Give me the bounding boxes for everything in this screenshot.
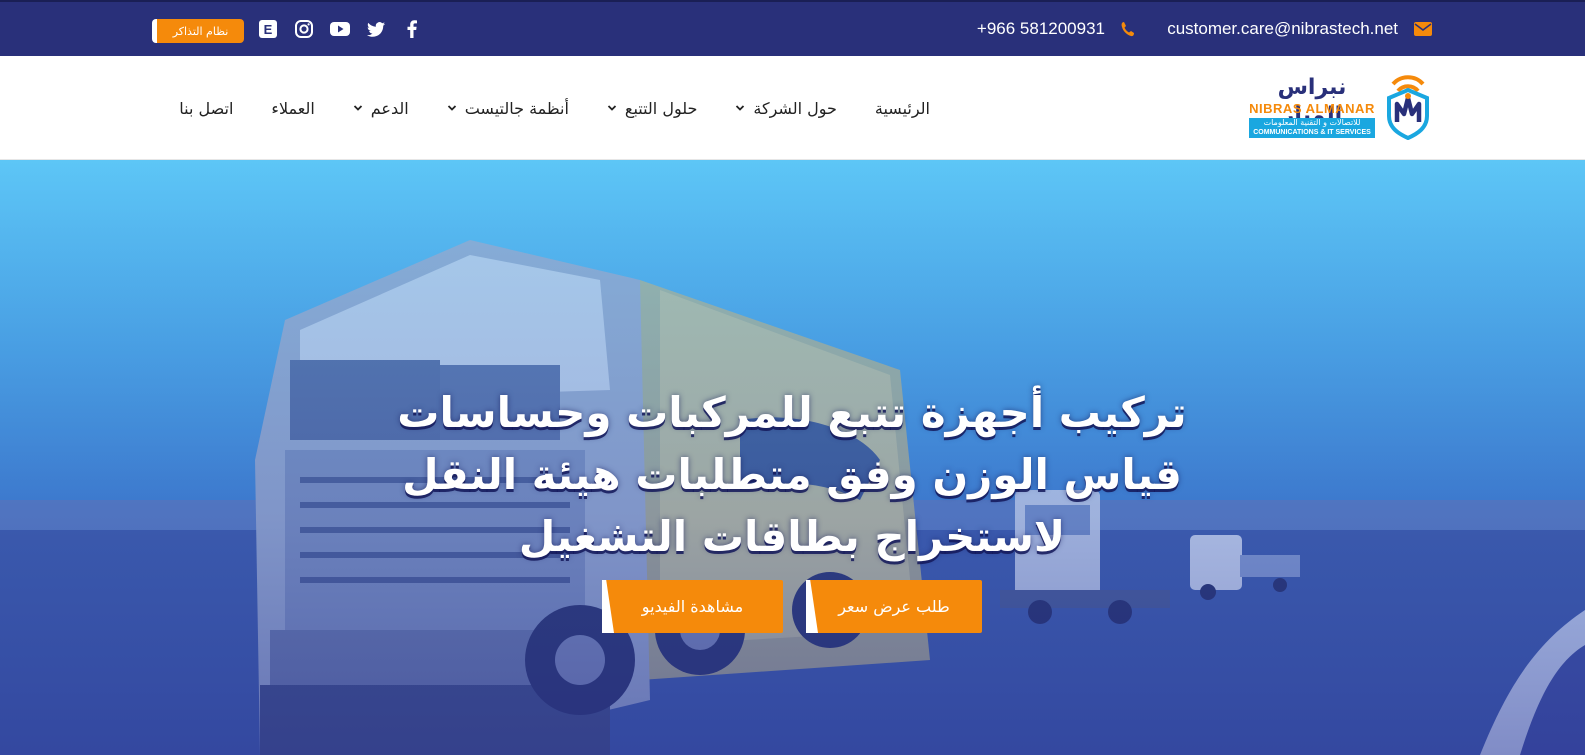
chevron-down-icon <box>735 103 745 113</box>
chevron-down-icon <box>447 103 457 113</box>
contact-email[interactable]: customer.care@nibrastech.net <box>1167 2 1432 56</box>
etimad-icon[interactable]: E <box>258 19 278 39</box>
logo-tagline-ar: للاتصالات و التقنية المعلومات <box>1263 118 1361 127</box>
social-links: E <box>258 2 422 56</box>
hero-title: تركيب أجهزة تتبع للمركبات وحساسات قياس ا… <box>372 382 1212 568</box>
chevron-down-icon <box>607 103 617 113</box>
nav-label: حلول التتبع <box>624 98 698 118</box>
facebook-icon[interactable] <box>402 19 422 39</box>
hero-banner: تركيب أجهزة تتبع للمركبات وحساسات قياس ا… <box>0 160 1585 755</box>
nav-galtest-systems[interactable]: أنظمة جالتيست <box>447 99 569 118</box>
nav-label: أنظمة جالتيست <box>464 98 569 118</box>
nav-label: حول الشركة <box>753 98 837 118</box>
watch-video-label: مشاهدة الفيديو <box>641 597 744 616</box>
email-text[interactable]: customer.care@nibrastech.net <box>1167 19 1398 39</box>
phone-icon <box>1121 21 1135 37</box>
envelope-icon <box>1414 22 1432 36</box>
ticket-system-button[interactable]: نظام التذاكر <box>152 19 244 43</box>
nav-home[interactable]: الرئيسية <box>875 99 930 118</box>
hero-title-line: لاستخراج بطاقات التشغيل <box>518 512 1066 561</box>
nav-label: الرئيسية <box>874 98 930 118</box>
logo-tagline-en: COMMUNICATIONS & IT SERVICES <box>1253 129 1371 136</box>
hero-title-line: تركيب أجهزة تتبع للمركبات وحساسات <box>397 388 1187 437</box>
contact-phone[interactable]: +966 581200931 <box>977 2 1135 56</box>
logo-mark-icon <box>1387 75 1429 140</box>
top-bar: customer.care@nibrastech.net +966 581200… <box>0 0 1585 56</box>
nav-tracking-solutions[interactable]: حلول التتبع <box>607 99 697 118</box>
request-quote-button[interactable]: طلب عرض سعر <box>806 580 982 633</box>
twitter-icon[interactable] <box>366 19 386 39</box>
nav-support[interactable]: الدعم <box>353 99 409 118</box>
youtube-icon[interactable] <box>330 19 350 39</box>
instagram-icon[interactable] <box>294 19 314 39</box>
hero-title-line: قياس الوزن وفق متطلبات هيئة النقل <box>402 450 1182 499</box>
nav-label: العملاء <box>271 98 315 118</box>
svg-text:E: E <box>264 22 273 37</box>
logo-english-name: NIBRAS ALMANAR <box>1249 101 1375 116</box>
chevron-down-icon <box>353 103 363 113</box>
nav-label: اتصل بنا <box>179 98 234 118</box>
logo-tagline: للاتصالات و التقنية المعلومات COMMUNICAT… <box>1249 118 1375 138</box>
watch-video-button[interactable]: مشاهدة الفيديو <box>602 580 783 633</box>
nav-about[interactable]: حول الشركة <box>735 98 837 118</box>
nav-contact[interactable]: اتصل بنا <box>179 99 233 118</box>
nav-label: الدعم <box>370 98 409 118</box>
main-nav: الرئيسية حول الشركة حلول التتبع أنظمة جا… <box>179 56 930 160</box>
nav-clients[interactable]: العملاء <box>271 99 314 118</box>
site-logo[interactable]: نبراس المنار NIBRAS ALMANAR للاتصالات و … <box>1249 74 1433 142</box>
request-quote-label: طلب عرض سعر <box>838 597 950 616</box>
phone-text[interactable]: +966 581200931 <box>977 19 1105 39</box>
